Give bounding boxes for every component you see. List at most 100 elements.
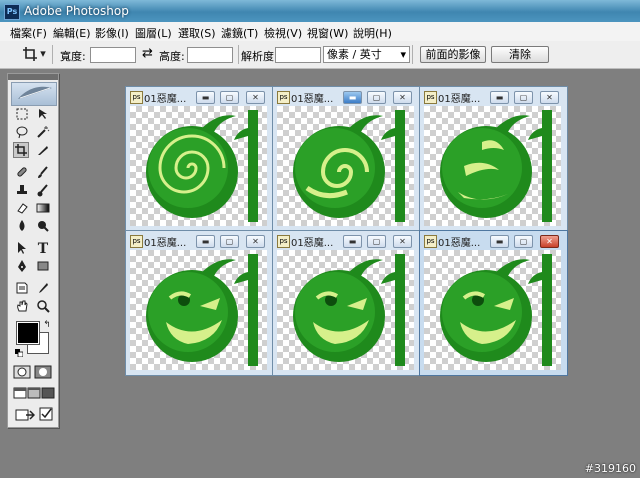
document-canvas[interactable] — [424, 106, 561, 226]
maximize-button[interactable]: ▢ — [367, 235, 386, 248]
document-canvas[interactable] — [130, 250, 267, 370]
close-button[interactable]: ✕ — [540, 235, 559, 248]
document-icon: ps — [424, 235, 437, 248]
minimize-button[interactable]: ▬ — [490, 91, 509, 104]
document-name: 01惡魔... — [144, 94, 187, 105]
crop-icon[interactable] — [22, 46, 38, 62]
document-canvas[interactable] — [277, 250, 414, 370]
gradient-icon[interactable] — [35, 201, 51, 217]
hand-icon[interactable] — [14, 299, 30, 315]
menu-image[interactable]: 影像(I) — [95, 25, 129, 41]
document-titlebar[interactable]: ps 01惡魔... ▬ ▢ ✕ — [277, 234, 416, 249]
document-icon: ps — [130, 91, 143, 104]
resolution-unit-select[interactable]: 像素 / 英寸 ▾ — [323, 46, 410, 63]
minimize-button[interactable]: ▬ — [343, 91, 362, 104]
close-button[interactable]: ✕ — [393, 91, 412, 104]
crop-tool-icon[interactable] — [13, 142, 29, 158]
resolution-unit-value: 像素 / 英寸 — [327, 48, 382, 61]
menu-file[interactable]: 檔案(F) — [10, 25, 47, 41]
front-image-button[interactable]: 前面的影像 — [420, 46, 486, 63]
close-button[interactable]: ✕ — [540, 91, 559, 104]
move-icon[interactable] — [35, 107, 51, 123]
lasso-icon[interactable] — [14, 125, 30, 141]
document-window[interactable]: ps 01惡魔... ▬ ▢ ✕ — [272, 86, 421, 232]
close-button[interactable]: ✕ — [246, 91, 265, 104]
document-titlebar[interactable]: ps 01惡魔... ▬ ▢ ✕ — [130, 234, 269, 249]
notes-icon[interactable] — [14, 281, 30, 297]
eraser-icon[interactable] — [14, 201, 30, 217]
path-select-icon[interactable] — [14, 241, 30, 257]
default-colors-icon[interactable] — [15, 346, 24, 358]
zoom-icon[interactable] — [35, 299, 51, 315]
menu-view[interactable]: 檢視(V) — [264, 25, 302, 41]
height-label: 高度: — [159, 50, 185, 63]
maximize-button[interactable]: ▢ — [514, 235, 533, 248]
swap-dimensions-icon[interactable]: ⇄ — [142, 46, 153, 61]
standard-mode-icon[interactable] — [13, 365, 31, 381]
foreground-color-swatch[interactable] — [16, 321, 40, 345]
document-window[interactable]: ps 01惡魔... ▬ ▢ ✕ — [419, 230, 568, 376]
minimize-button[interactable]: ▬ — [490, 235, 509, 248]
document-titlebar[interactable]: ps 01惡魔... ▬ ▢ ✕ — [424, 90, 563, 105]
resolution-input[interactable] — [275, 47, 321, 63]
eyedropper-icon[interactable] — [35, 281, 51, 297]
watermark-text: #319160 — [584, 462, 636, 475]
height-input[interactable] — [187, 47, 233, 63]
menu-filter[interactable]: 濾鏡(T) — [221, 25, 258, 41]
type-icon[interactable]: T — [35, 241, 51, 257]
history-brush-icon[interactable] — [35, 183, 51, 199]
document-name: 01惡魔... — [438, 94, 481, 105]
minimize-button[interactable]: ▬ — [343, 235, 362, 248]
document-canvas[interactable] — [130, 106, 267, 226]
document-window[interactable]: ps 01惡魔... ▬ ▢ ✕ — [272, 230, 421, 376]
document-titlebar[interactable]: ps 01惡魔... ▬ ▢ ✕ — [277, 90, 416, 105]
menu-select[interactable]: 選取(S) — [178, 25, 216, 41]
pen-icon[interactable] — [14, 259, 30, 275]
brush-icon[interactable] — [35, 165, 51, 181]
photoshop-logo-icon: Ps — [4, 4, 20, 20]
magic-wand-icon[interactable] — [35, 125, 51, 141]
document-name: 01惡魔... — [291, 94, 334, 105]
healing-icon[interactable] — [14, 165, 30, 181]
width-input[interactable] — [90, 47, 136, 63]
toolbox-header[interactable] — [8, 74, 58, 80]
checkmark-icon[interactable] — [38, 407, 54, 423]
menu-layer[interactable]: 圖層(L) — [135, 25, 172, 41]
swap-colors-icon[interactable]: ↰ — [42, 320, 52, 330]
document-window[interactable]: ps 01惡魔... ▬ ▢ ✕ — [419, 86, 568, 232]
document-name: 01惡魔... — [438, 238, 481, 249]
menu-edit[interactable]: 編輯(E) — [53, 25, 91, 41]
maximize-button[interactable]: ▢ — [514, 91, 533, 104]
width-label: 寬度: — [60, 50, 86, 63]
document-window[interactable]: ps 01惡魔... ▬ ▢ ✕ — [125, 230, 274, 376]
menu-help[interactable]: 說明(H) — [353, 25, 392, 41]
full-screen-mode-icon[interactable] — [40, 386, 56, 402]
stamp-icon[interactable] — [14, 183, 30, 199]
maximize-button[interactable]: ▢ — [220, 235, 239, 248]
document-titlebar[interactable]: ps 01惡魔... ▬ ▢ ✕ — [424, 234, 563, 249]
close-button[interactable]: ✕ — [246, 235, 265, 248]
document-titlebar[interactable]: ps 01惡魔... ▬ ▢ ✕ — [130, 90, 269, 105]
minimize-button[interactable]: ▬ — [196, 235, 215, 248]
maximize-button[interactable]: ▢ — [220, 91, 239, 104]
blur-icon[interactable] — [14, 219, 30, 235]
tool-preset-dropdown-icon[interactable]: ▾ — [38, 46, 48, 62]
document-canvas[interactable] — [424, 250, 561, 370]
clear-button[interactable]: 清除 — [491, 46, 549, 63]
jump-to-imageready-icon[interactable] — [15, 407, 36, 423]
dodge-icon[interactable] — [35, 219, 51, 235]
quick-mask-mode-icon[interactable] — [34, 365, 52, 381]
adobe-feather-logo-icon[interactable] — [11, 82, 57, 106]
document-canvas[interactable] — [277, 106, 414, 226]
menu-window[interactable]: 視窗(W) — [307, 25, 348, 41]
marquee-icon[interactable] — [14, 107, 30, 123]
app-title: Adobe Photoshop — [24, 4, 129, 18]
shape-icon[interactable] — [35, 259, 51, 275]
toolbox-panel: T ↰ — [7, 73, 59, 428]
maximize-button[interactable]: ▢ — [367, 91, 386, 104]
minimize-button[interactable]: ▬ — [196, 91, 215, 104]
slice-icon[interactable] — [35, 143, 51, 159]
close-button[interactable]: ✕ — [393, 235, 412, 248]
document-name: 01惡魔... — [291, 238, 334, 249]
document-window[interactable]: ps 01惡魔... ▬ ▢ ✕ — [125, 86, 274, 232]
